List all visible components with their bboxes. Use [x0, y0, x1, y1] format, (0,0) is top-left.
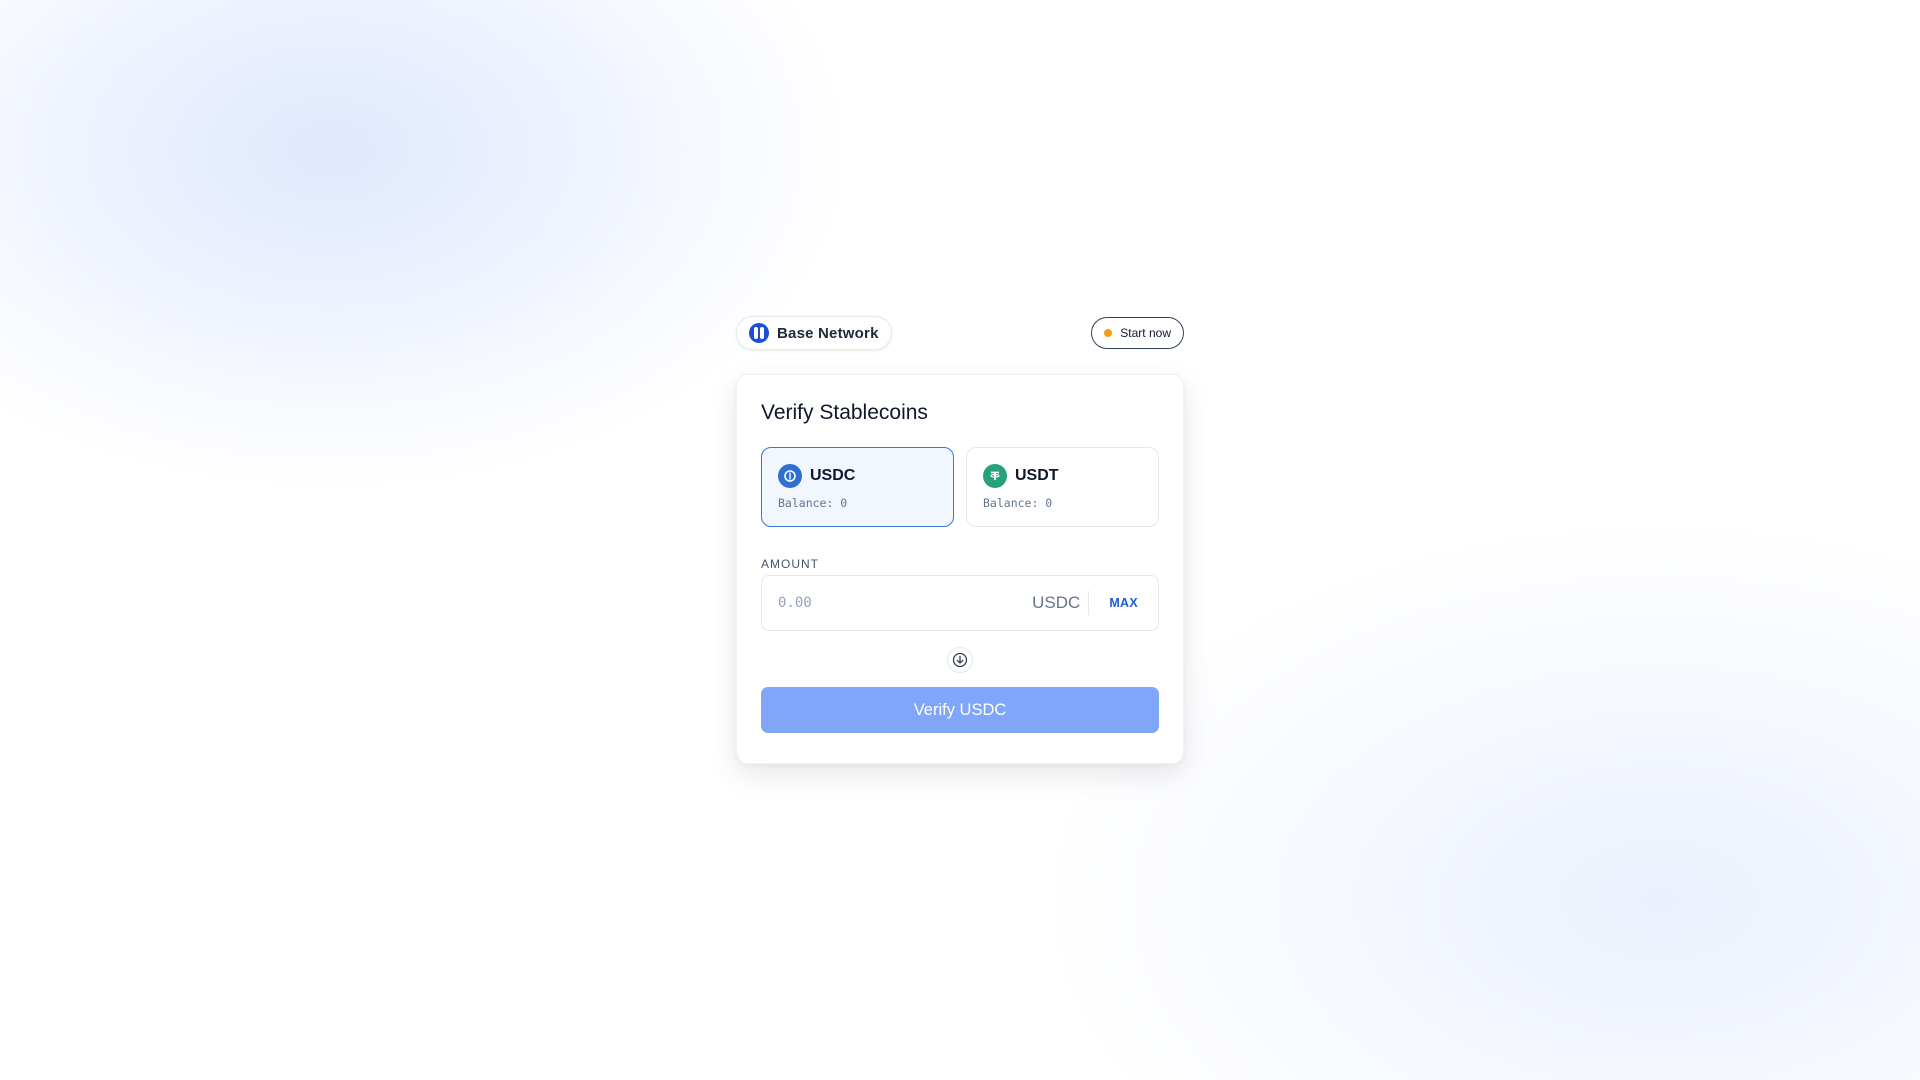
token-head: USDT — [983, 464, 1142, 488]
status-dot-icon — [1104, 329, 1113, 337]
amount-input[interactable] — [778, 595, 1033, 611]
start-now-button[interactable]: Start now — [1091, 317, 1184, 349]
token-name: USDC — [810, 467, 856, 484]
usdc-icon — [778, 464, 802, 488]
network-selector[interactable]: Base Network — [736, 316, 892, 350]
token-option-usdc[interactable]: USDC Balance: 0 — [761, 447, 954, 527]
card-title: Verify Stablecoins — [761, 401, 928, 424]
token-balance: Balance: 0 — [778, 496, 848, 510]
base-network-icon — [749, 323, 769, 343]
amount-label: AMOUNT — [761, 557, 819, 571]
divider — [1088, 591, 1090, 615]
token-balance: Balance: 0 — [983, 496, 1053, 510]
token-selector: USDC Balance: 0 USDT Balance: 0 — [761, 447, 1159, 527]
verify-button[interactable]: Verify USDC — [761, 687, 1159, 733]
amount-unit: USDC — [1032, 593, 1081, 612]
token-option-usdt[interactable]: USDT Balance: 0 — [966, 447, 1159, 527]
network-label: Base Network — [777, 324, 879, 342]
arrow-down-circle-icon — [947, 647, 973, 673]
max-button[interactable]: MAX — [1109, 596, 1138, 610]
usdt-icon — [983, 464, 1007, 488]
top-bar: Base Network Start now — [736, 316, 1184, 350]
token-name: USDT — [1015, 467, 1059, 484]
token-head: USDC — [778, 464, 937, 488]
start-now-label: Start now — [1120, 326, 1171, 340]
arrow-row — [761, 647, 1159, 673]
amount-field: USDC MAX — [761, 575, 1159, 631]
verify-card: Verify Stablecoins USDC Balance: 0 USDT … — [736, 374, 1184, 764]
verify-widget: Base Network Start now Verify Stablecoin… — [736, 316, 1184, 764]
